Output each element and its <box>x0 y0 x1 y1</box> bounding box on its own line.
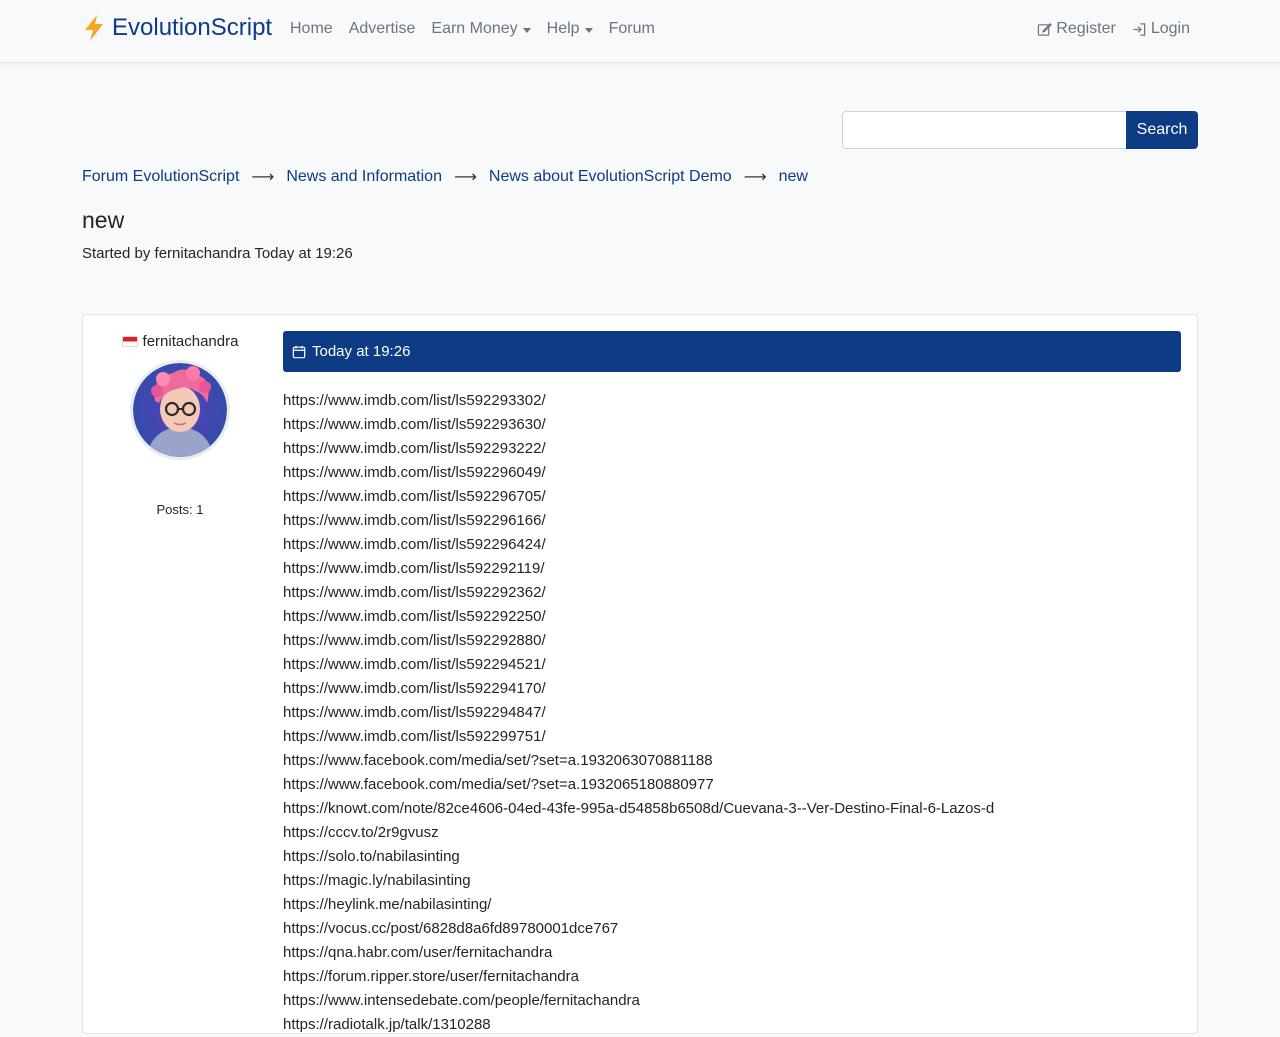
page-title: new <box>82 207 125 233</box>
post-line: https://qna.habr.com/user/fernitachandra <box>283 944 553 961</box>
top-navbar: EvolutionScript Home Advertise Earn Mone… <box>0 0 1280 63</box>
post-line: https://www.imdb.com/list/ls592299751/ <box>283 728 546 745</box>
arrow-right-icon: ⟶ <box>453 169 477 186</box>
nav-forum[interactable]: Forum <box>609 20 655 38</box>
nav-earn-money-label: Earn Money <box>431 20 518 37</box>
nav-help-label: Help <box>546 20 580 37</box>
brand-logo-link[interactable]: EvolutionScript <box>82 12 272 44</box>
search-button[interactable]: Search <box>1126 111 1198 149</box>
author-name-row: fernitachandra <box>83 333 277 350</box>
arrow-right-icon: ⟶ <box>743 169 767 186</box>
breadcrumb-news-and-information[interactable]: News and Information <box>286 168 442 186</box>
arrow-right-icon: ⟶ <box>251 169 275 186</box>
post-line: https://cccv.to/2r9gvusz <box>283 824 439 841</box>
register-link[interactable]: Register <box>1037 20 1116 38</box>
chevron-down-icon <box>522 27 531 33</box>
account-nav: Register Login <box>1037 20 1190 38</box>
indonesia-flag-icon <box>121 336 138 347</box>
post-date: Today at 19:26 <box>312 343 411 360</box>
post-line: https://www.imdb.com/list/ls592296049/ <box>283 464 546 481</box>
calendar-icon <box>292 345 306 358</box>
post-line: https://vocus.cc/post/6828d8a6fd89780001… <box>283 920 619 937</box>
post-line: https://www.intensedebate.com/people/fer… <box>283 992 640 1009</box>
post-author-panel: fernitachandra Posts: 1 <box>83 333 277 517</box>
nav-earn-money-dropdown[interactable]: Earn Money <box>431 20 531 38</box>
post-line: https://www.imdb.com/list/ls592293302/ <box>283 392 546 409</box>
search-input[interactable] <box>842 111 1126 149</box>
topic-started-by: Started by fernitachandra Today at 19:26 <box>82 245 353 262</box>
post-line: https://knowt.com/note/82ce4606-04ed-43f… <box>283 800 995 817</box>
post-date-header: Today at 19:26 <box>283 331 1181 372</box>
post-line: https://www.facebook.com/media/set/?set=… <box>283 752 713 769</box>
chevron-down-icon <box>584 27 593 33</box>
post-line: https://magic.ly/nabilasinting <box>283 872 471 889</box>
breadcrumb-current-topic[interactable]: new <box>779 168 808 186</box>
post-line: https://solo.to/nabilasinting <box>283 848 460 865</box>
avatar-image <box>133 363 227 457</box>
post-line: https://www.imdb.com/list/ls592292119/ <box>283 560 545 577</box>
login-label: Login <box>1150 20 1190 37</box>
post-line: https://heylink.me/nabilasinting/ <box>283 896 492 913</box>
nav-help-dropdown[interactable]: Help <box>547 20 593 38</box>
post-line: https://www.imdb.com/list/ls592294170/ <box>283 680 546 697</box>
forum-search: Search <box>842 111 1198 149</box>
post-line: https://www.imdb.com/list/ls592296166/ <box>283 512 546 529</box>
post-line: https://www.facebook.com/media/set/?set=… <box>283 776 714 793</box>
post-body: https://www.imdb.com/list/ls592293302/ h… <box>283 389 994 1037</box>
post-line: https://www.imdb.com/list/ls592294521/ <box>283 656 546 673</box>
register-label: Register <box>1056 20 1116 37</box>
post-line: https://www.imdb.com/list/ls592296424/ <box>283 536 546 553</box>
main-nav: Home Advertise Earn Money Help Forum <box>290 20 671 38</box>
author-posts-count: Posts: 1 <box>156 502 204 517</box>
author-username[interactable]: fernitachandra <box>143 333 239 350</box>
login-link[interactable]: Login <box>1132 20 1190 38</box>
post-line: https://www.imdb.com/list/ls592292362/ <box>283 584 546 601</box>
nav-home[interactable]: Home <box>290 20 333 38</box>
nav-advertise[interactable]: Advertise <box>349 20 416 38</box>
avatar[interactable] <box>130 360 230 460</box>
breadcrumb-forum[interactable]: Forum EvolutionScript <box>82 168 239 186</box>
brand-name: EvolutionScript <box>112 14 273 41</box>
post-line: https://www.imdb.com/list/ls592293630/ <box>283 416 546 433</box>
post-line: https://www.imdb.com/list/ls592294847/ <box>283 704 546 721</box>
breadcrumb: Forum EvolutionScript ⟶ News and Informa… <box>82 167 808 187</box>
post-line: https://www.imdb.com/list/ls592292250/ <box>283 608 546 625</box>
post-line: https://www.imdb.com/list/ls592292880/ <box>283 632 546 649</box>
post-line: https://radiotalk.jp/talk/1310288 <box>283 1016 491 1033</box>
post-line: https://www.imdb.com/list/ls592293222/ <box>283 440 546 457</box>
edit-square-icon <box>1038 22 1053 36</box>
sign-in-icon <box>1133 22 1146 36</box>
post-card: fernitachandra Posts: 1 Today at 19:26 h… <box>82 314 1198 1034</box>
breadcrumb-news-about-demo[interactable]: News about EvolutionScript Demo <box>489 168 732 186</box>
lightning-bolt-icon <box>85 15 103 41</box>
post-line: https://forum.ripper.store/user/fernitac… <box>283 968 579 985</box>
post-line: https://www.imdb.com/list/ls592296705/ <box>283 488 546 505</box>
